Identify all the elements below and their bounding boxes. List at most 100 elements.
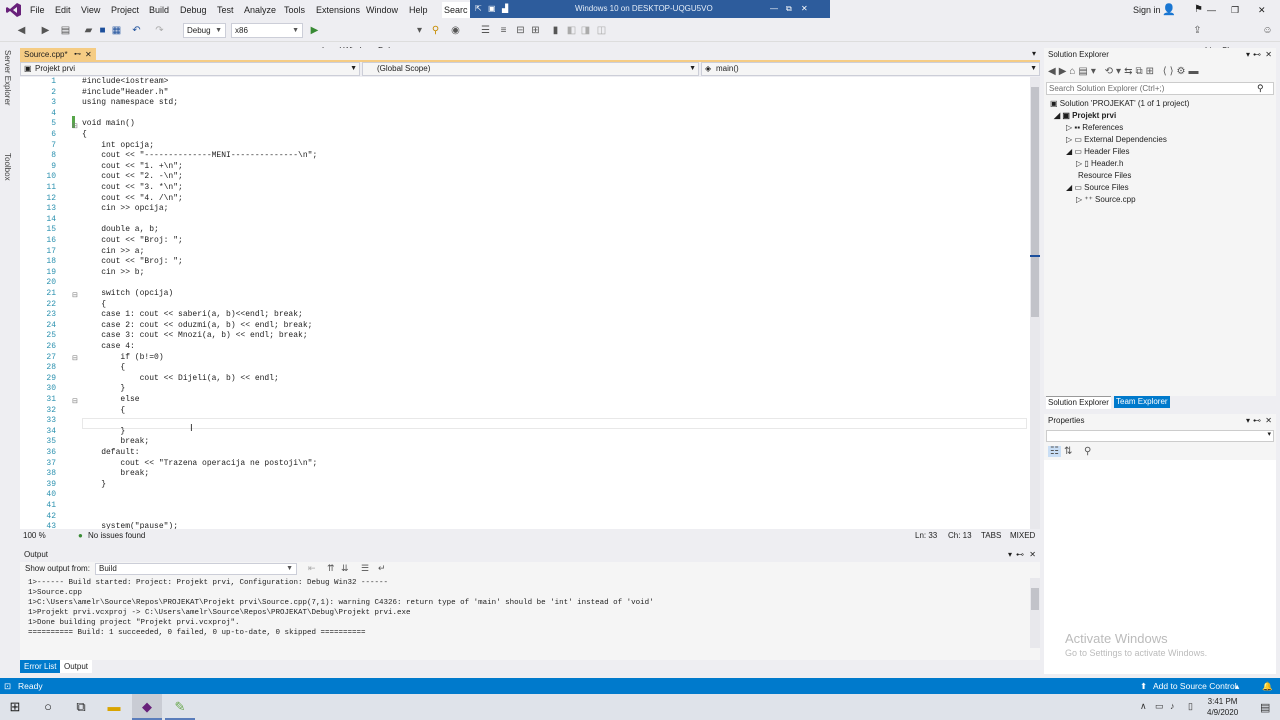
windows-start-icon[interactable]: ⊞ [0,694,30,720]
code-line[interactable]: 24 case 2: cout << oduzmi(a, b) << endl;… [20,321,1030,332]
code-line[interactable]: 21 switch (opcija) [20,289,1030,300]
code-line[interactable]: 38 break; [20,469,1030,480]
code-line[interactable]: 18 cout << "Broj: "; [20,257,1030,268]
code-line[interactable]: 16 cout << "Broj: "; [20,236,1030,247]
code-line[interactable]: 1 #include<iostream> [20,77,1030,88]
panel-dropdown-icon[interactable]: ▾ [1246,48,1250,62]
close-icon[interactable]: ✕ [1258,0,1266,20]
app-taskbar-icon[interactable]: ✎ [165,694,195,720]
zoom-level[interactable]: 100 % [23,530,46,542]
next-message-icon[interactable]: ⇊ [341,563,349,574]
code-line[interactable]: 20 [20,278,1030,289]
code-line[interactable]: 9 cout << "1. +\n"; [20,162,1030,173]
new-item-icon[interactable]: ▤ [60,25,71,36]
pin-tab-icon[interactable]: ⊷ [74,48,81,62]
code-line[interactable]: 35 break; [20,437,1030,448]
tray-chevron-icon[interactable]: ∧ [1140,701,1147,712]
previous-message-icon[interactable]: ⇈ [327,563,335,574]
minimize-icon[interactable]: — [1207,0,1216,20]
panel-pin-icon[interactable]: ⊷ [1253,48,1261,62]
code-line[interactable]: 28 { [20,363,1030,374]
tree-item-resource-files[interactable]: Resource Files [1050,170,1189,182]
add-to-source-control-button[interactable]: Add to Source Control [1153,678,1237,694]
feedback-icon[interactable]: ⚑ [1194,0,1203,20]
battery-icon[interactable]: ▯ [1188,701,1193,712]
panel-close-icon[interactable]: ✕ [1265,414,1272,428]
code-line[interactable]: 34 } [20,427,1030,438]
save-all-icon[interactable]: ▦ [111,25,122,36]
alphabetical-icon[interactable]: ⇅ [1064,446,1072,457]
panel-dropdown-icon[interactable]: ▾ [1246,414,1250,428]
remote-close-icon[interactable]: ✕ [801,0,808,18]
tab-solution-explorer[interactable]: Solution Explorer [1046,396,1111,409]
code-line[interactable]: 11 cout << "3. *\n"; [20,183,1030,194]
tab-dropdown-icon[interactable]: ▾ [1032,49,1036,58]
code-line[interactable]: 26 case 4: [20,342,1030,353]
tree-item-header-files[interactable]: ◢ ▭ Header Files [1050,146,1189,158]
remote-restore-icon[interactable]: ⧉ [786,0,792,18]
clear-bookmarks-icon[interactable]: ◫ [596,25,607,36]
code-line[interactable]: 6{ [20,130,1030,141]
back-icon[interactable]: ◀ [16,25,27,36]
menu-test[interactable]: Test [217,0,234,20]
output-source-dropdown[interactable]: Build ▼ [95,563,297,575]
tab-output[interactable]: Output [60,660,93,673]
code-line[interactable]: 25 case 3: cout << Mnozi(a, b) << endl; … [20,331,1030,342]
code-line[interactable]: 7 int opcija; [20,141,1030,152]
output-scroll-thumb[interactable] [1031,588,1039,610]
code-line[interactable]: 4 [20,109,1030,120]
code-line[interactable]: 41 [20,501,1030,512]
search-box[interactable]: Searc [442,2,470,18]
close-tab-icon[interactable]: ✕ [85,48,92,62]
scope-dropdown[interactable]: (Global Scope) ▼ [362,62,699,76]
menu-window[interactable]: Window [366,0,398,20]
panel-close-icon[interactable]: ✕ [1265,48,1272,62]
notifications-icon[interactable]: 🔔 [1262,678,1273,694]
code-line[interactable]: 42 [20,512,1030,523]
code-line[interactable]: 27 if (b!=0) [20,353,1030,364]
bookmark-icon[interactable]: ▮ [550,25,561,36]
feedback-person-icon[interactable]: ☺ [1262,25,1273,36]
server-explorer-tab[interactable]: Server Explorer [3,50,12,106]
property-pages-icon[interactable]: ⚲ [1084,446,1091,457]
uncomment-icon[interactable]: ⊞ [530,25,541,36]
menu-view[interactable]: View [81,0,100,20]
code-line[interactable]: 14 [20,215,1030,226]
diagnostics-icon[interactable]: ◉ [450,25,461,36]
code-line[interactable]: 23 case 1: cout << saberi(a, b)<<endl; b… [20,310,1030,321]
output-text[interactable]: 1>------ Build started: Project: Projekt… [28,578,654,638]
menu-help[interactable]: Help [409,0,428,20]
menu-project[interactable]: Project [111,0,139,20]
panel-close-icon[interactable]: ✕ [1029,548,1036,562]
menu-edit[interactable]: Edit [55,0,71,20]
search-circle-icon[interactable]: ○ [33,694,63,720]
open-icon[interactable]: ▰ [83,25,94,36]
remote-minimize-icon[interactable]: — [770,0,778,18]
code-line[interactable]: 36 default: [20,448,1030,459]
code-line[interactable]: 32 { [20,406,1030,417]
menu-build[interactable]: Build [149,0,169,20]
configuration-dropdown[interactable]: Debug ▼ [183,23,226,38]
comment-icon[interactable]: ⊟ [515,25,526,36]
menu-analyze[interactable]: Analyze [244,0,276,20]
format-icon[interactable]: ☰ [480,25,491,36]
panel-dropdown-icon[interactable]: ▾ [1008,548,1012,562]
line-endings[interactable]: MIXED [1010,530,1035,542]
panel-pin-icon[interactable]: ⊷ [1253,414,1261,428]
solution-search-input[interactable]: Search Solution Explorer (Ctrl+;) [1046,82,1274,95]
code-line[interactable]: 19 cin >> b; [20,268,1030,279]
editor-scroll-thumb[interactable] [1031,87,1039,317]
menu-debug[interactable]: Debug [180,0,207,20]
code-line[interactable]: 5 void main() [20,119,1030,130]
prev-bookmark-icon[interactable]: ◧ [566,25,577,36]
undo-icon[interactable]: ↶ [131,25,142,36]
menu-extensions[interactable]: Extensions [316,0,360,20]
word-wrap-icon[interactable]: ↵ [378,563,386,574]
code-line[interactable]: 22 { [20,300,1030,311]
task-view-icon[interactable]: ⧉ [66,694,96,720]
tree-item-external-dependencies[interactable]: ▷ ▭ External Dependencies [1050,134,1189,146]
visual-studio-taskbar-icon[interactable]: ◆ [132,694,162,720]
issues-status[interactable]: No issues found [88,530,145,542]
code-line[interactable]: 31 else [20,395,1030,406]
code-line[interactable]: 30 } [20,384,1030,395]
